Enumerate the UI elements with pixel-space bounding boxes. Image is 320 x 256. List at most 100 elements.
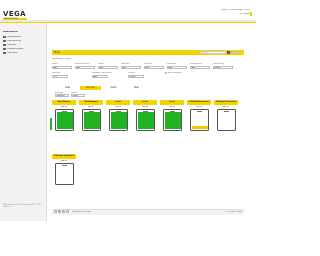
tank-tile[interactable]: Level Tank 04 Diesel 11.500 l / 93 %: [133, 100, 157, 142]
next-icon[interactable]: [235, 51, 238, 54]
page-title: Tanks: [54, 50, 61, 54]
tab-kacheln[interactable]: Kacheln: [80, 86, 101, 90]
per-page-label[interactable]: Elemente pro Seite: [72, 211, 102, 213]
tank-tile-subtitle: Tank 07: [222, 105, 230, 108]
sidebar-item[interactable]: Messstellen: [3, 36, 41, 39]
tank-cap: [62, 164, 67, 167]
sidebar-item[interactable]: Alarme: [3, 44, 41, 47]
tank-tile[interactable]: Füllstand Grenzwert Tank 06 Heizöl 1.900 l …: [187, 100, 211, 142]
tank-tile-subtitle: Tank 01: [60, 105, 68, 108]
tank-tile[interactable]: Füllstand Grenzwert Tank 07 Additiv 0 l / 0…: [214, 100, 238, 142]
sidebar-heading: Dashboard: [3, 31, 18, 33]
tank-tile[interactable]: Füllstand Grenzwert Tank 08 Additiv 0 l / 0…: [52, 154, 76, 196]
tank-graphic: [54, 163, 74, 185]
filter-select[interactable]: Alle: [121, 66, 141, 69]
tank-tile-title: Level: [106, 100, 130, 105]
tank-graphic: [189, 109, 209, 131]
tank-tile-subtitle: Tank 06: [195, 105, 203, 108]
sidebar-item[interactable]: Darstellung: [3, 40, 41, 43]
view-option-select[interactable]: Mittel: [71, 94, 85, 97]
tab-map[interactable]: Map: [126, 86, 147, 90]
tank-level-fill: [110, 112, 127, 129]
tank-graphic: [162, 109, 182, 131]
tank-tile-subtitle: Tank 03: [114, 105, 122, 108]
tank-level-fill: [137, 112, 154, 129]
user-icon: [3, 52, 6, 55]
tank-level-fill: [164, 112, 181, 129]
tank-cap: [197, 110, 202, 113]
tank-tile-subtitle: Tank 02: [87, 105, 95, 108]
tank-tile-info: 11.800 l / 95 %: [106, 135, 118, 136]
search-icon[interactable]: [227, 51, 230, 54]
filter-select[interactable]: Name: [213, 66, 233, 69]
tank-tile-subtitle: Tank 04: [141, 105, 149, 108]
tank-level-fill: [56, 112, 73, 129]
tank-tile[interactable]: Tank Nummer Tank 02 Wasser 02 12.100 l / 97…: [79, 100, 103, 142]
sidebar-item-label: Benutzer: [7, 52, 18, 54]
filter-select[interactable]: Alle: [98, 66, 118, 69]
tab-liste[interactable]: Liste: [57, 86, 78, 90]
sidebar-item[interactable]: Einstellungen: [3, 48, 41, 51]
vega-logo[interactable]: VEGA: [3, 10, 27, 18]
tank-tile-title: Füllstand Grenzwert: [52, 154, 76, 159]
tank-graphic: [108, 109, 128, 131]
page-button[interactable]: «: [54, 210, 57, 213]
bell-icon: [3, 44, 6, 47]
tank-tile[interactable]: Tank Nummer Tank 01 Wasser 01 12.345 l / 98…: [52, 100, 76, 142]
tank-tile-title: Level: [133, 100, 157, 105]
tank-tile-info: 0 l / 0 %: [214, 135, 221, 136]
show-all-checkbox[interactable]: [165, 72, 168, 75]
page-button[interactable]: 1: [58, 210, 61, 213]
status-indicator: [49, 118, 52, 130]
tank-graphic: [81, 109, 101, 131]
tank-tile-title: Level: [160, 100, 184, 105]
tank-tile-subtitle: Tank 08: [60, 159, 68, 162]
tank-tile-title: Füllstand Grenzwert: [214, 100, 238, 105]
sidebar-item-label: Darstellung: [7, 40, 22, 42]
pagination-summary: 1 - 8 von 8 Tanks: [225, 210, 242, 213]
tank-tile-info: 11.200 l / 91 %: [160, 135, 172, 136]
tank-graphic: [54, 109, 74, 131]
page-button[interactable]: »: [66, 210, 69, 213]
tank-cap: [224, 110, 229, 113]
tank-tile[interactable]: Level Tank 03 Diesel 11.800 l / 95 %: [106, 100, 130, 142]
tank-graphic: [135, 109, 155, 131]
tank-tile-title: Tank Nummer: [79, 100, 103, 105]
tank-tile-subtitle: Tank 05: [168, 105, 176, 108]
page-button[interactable]: 2: [62, 210, 65, 213]
sidebar-item-label: Messstellen: [7, 36, 22, 38]
option-select[interactable]: Aus: [92, 75, 108, 78]
option-select[interactable]: 1 h: [52, 75, 68, 78]
tank-tile[interactable]: Level Tank 05 Heizöl 11.200 l / 91 %: [160, 100, 184, 142]
tank-level-fill: [83, 112, 100, 129]
sidebar-item[interactable]: Benutzer: [3, 52, 41, 55]
user-links[interactable]: Logout · Einstellungen · Hilfe: [190, 9, 250, 12]
tank-tile-info: 12.345 l / 98 %: [52, 135, 64, 136]
filter-select[interactable]: Alle: [75, 66, 95, 69]
search-input[interactable]: Suche...: [200, 51, 226, 54]
tank-tile-info: 0 l / 0 %: [52, 189, 59, 190]
breadcrumb[interactable]: Messstellen / Tanks: [52, 58, 132, 61]
tank-level-fill: [191, 126, 208, 129]
tank-tile-info: 11.500 l / 93 %: [133, 135, 145, 136]
sidebar-footer: VEGA Grieshaber KG · Am Hohenstein 113 ·…: [3, 205, 41, 208]
tab-karte[interactable]: Karte: [103, 86, 124, 90]
filter-select[interactable]: Alle: [52, 66, 72, 69]
tank-tile-title: Füllstand Grenzwert: [187, 100, 211, 105]
tank-graphic: [216, 109, 236, 131]
option-label: Alle anzeigen: [168, 72, 182, 74]
filter-select[interactable]: Alle: [144, 66, 164, 69]
account-icon[interactable]: [250, 12, 252, 16]
tank-tile-info: 1.900 l / 15 %: [187, 135, 198, 136]
gauge-icon: [3, 36, 6, 39]
prev-icon[interactable]: [231, 51, 234, 54]
filter-select[interactable]: Alle: [190, 66, 210, 69]
sidebar-item-label: Alarme: [7, 44, 16, 46]
sidebar-item-label: Einstellungen: [7, 48, 24, 50]
account-menu[interactable]: DE · Konto: [210, 13, 250, 16]
option-select[interactable]: Lesen: [128, 75, 144, 78]
tank-tile-title: Tank Nummer: [52, 100, 76, 105]
filter-select[interactable]: Alle: [167, 66, 187, 69]
view-option-select[interactable]: Kacheln: [55, 94, 69, 97]
gear-icon: [3, 48, 6, 51]
